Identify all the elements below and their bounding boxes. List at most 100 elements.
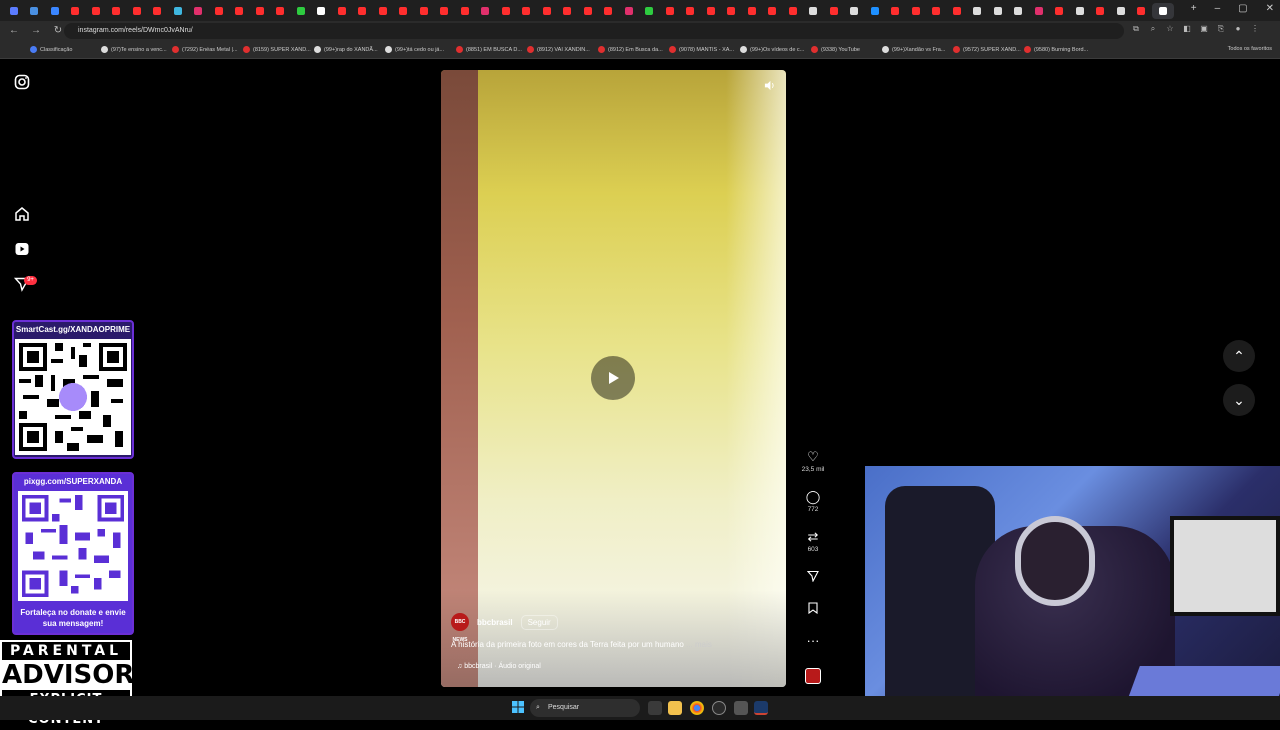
home-icon[interactable] — [13, 206, 31, 224]
browser-tab[interactable] — [148, 3, 167, 19]
back-icon[interactable]: ← — [6, 23, 22, 39]
close-window-icon[interactable]: ✕ — [1266, 3, 1274, 14]
browser-tab[interactable] — [824, 3, 843, 19]
browser-tab[interactable] — [722, 3, 741, 19]
browser-tab[interactable] — [1009, 3, 1028, 19]
browser-tab[interactable] — [517, 3, 536, 19]
browser-tab[interactable] — [455, 3, 474, 19]
browser-tab[interactable] — [947, 3, 966, 19]
browser-tab[interactable] — [230, 3, 249, 19]
obs-icon[interactable] — [712, 701, 726, 715]
forward-icon[interactable]: → — [28, 23, 44, 39]
browser-tab[interactable] — [640, 3, 659, 19]
browser-tab[interactable] — [312, 3, 331, 19]
tab-search-icon[interactable]: ⎘ — [1216, 24, 1226, 34]
browser-tab[interactable] — [578, 3, 597, 19]
share-button[interactable] — [800, 570, 826, 585]
browser-tab[interactable] — [619, 3, 638, 19]
browser-tab[interactable] — [373, 3, 392, 19]
mute-icon[interactable] — [764, 80, 776, 92]
browser-tab[interactable] — [1132, 3, 1151, 19]
taskbar-search[interactable]: ⌕ Pesquisar — [530, 699, 640, 717]
minimize-icon[interactable]: – — [1215, 3, 1221, 14]
browser-tab[interactable] — [45, 3, 64, 19]
reel-audio[interactable]: ♫ bbcbrasil · Áudio original — [457, 663, 541, 670]
profile-avatar[interactable]: ● — [1233, 24, 1243, 34]
task-view-icon[interactable] — [648, 701, 662, 715]
browser-tab[interactable] — [537, 3, 556, 19]
browser-tab[interactable] — [742, 3, 761, 19]
steam-icon[interactable] — [754, 701, 768, 715]
browser-tab[interactable] — [558, 3, 577, 19]
new-tab-icon[interactable]: + — [1191, 3, 1197, 14]
bookmark-item[interactable]: (97)Te ensino a venc... — [101, 46, 170, 53]
next-reel-button[interactable]: ⌄ — [1223, 384, 1255, 416]
browser-tab[interactable] — [332, 3, 351, 19]
like-button[interactable]: ♡ 23,5 mil — [800, 450, 826, 474]
previous-reel-button[interactable]: ⌃ — [1223, 340, 1255, 372]
browser-tab[interactable] — [189, 3, 208, 19]
bookmark-star-icon[interactable]: ☆ — [1165, 24, 1175, 34]
browser-tab[interactable] — [1111, 3, 1130, 19]
browser-tab[interactable] — [783, 3, 802, 19]
browser-tab[interactable] — [1091, 3, 1110, 19]
bookmark-item[interactable]: (99+)Xandão vs Fra... — [882, 46, 951, 53]
browser-tab[interactable] — [353, 3, 372, 19]
browser-tab[interactable] — [599, 3, 618, 19]
bookmark-item[interactable]: (99+)rap do XANDÃ... — [314, 46, 383, 53]
browser-tab[interactable] — [1029, 3, 1048, 19]
browser-tab[interactable] — [701, 3, 720, 19]
windows-start-icon[interactable] — [512, 701, 524, 713]
browser-tab[interactable] — [845, 3, 864, 19]
browser-tab[interactable] — [271, 3, 290, 19]
browser-tab[interactable] — [496, 3, 515, 19]
bookmark-item[interactable]: (8851) EM BUSCA D... — [456, 46, 525, 53]
browser-tab[interactable] — [1152, 2, 1174, 19]
menu-icon[interactable]: ⋮ — [1250, 24, 1260, 34]
browser-tab[interactable] — [394, 3, 413, 19]
browser-tab[interactable] — [168, 3, 187, 19]
browser-tab[interactable] — [66, 3, 85, 19]
comment-button[interactable]: ◯ 772 — [800, 490, 826, 514]
bookmark-item[interactable]: (8912) Em Busca da... — [598, 46, 667, 53]
bookmark-item[interactable]: (7292) Enéas Metal |... — [172, 46, 241, 53]
bookmark-item[interactable]: (9338) YouTube — [811, 46, 880, 53]
all-bookmarks[interactable]: Todos os favoritos — [1228, 46, 1272, 52]
browser-tab[interactable] — [865, 3, 884, 19]
browser-tab[interactable] — [476, 3, 495, 19]
browser-tab[interactable] — [250, 3, 269, 19]
save-button[interactable] — [800, 602, 826, 617]
follow-button[interactable]: Seguir — [520, 614, 558, 630]
browser-tab[interactable] — [1070, 3, 1089, 19]
bookmark-item[interactable]: (99+)Os vídeos de c... — [740, 46, 809, 53]
extension-icon[interactable]: ◧ — [1182, 24, 1192, 34]
more-options-button[interactable]: ··· — [800, 634, 826, 648]
browser-tab[interactable] — [127, 3, 146, 19]
install-app-icon[interactable]: ⧉ — [1131, 24, 1141, 34]
maximize-icon[interactable]: ▢ — [1238, 3, 1247, 14]
browser-tab[interactable] — [681, 3, 700, 19]
instagram-logo-icon[interactable] — [13, 74, 31, 92]
author-avatar[interactable]: BBC NEWS — [451, 613, 469, 643]
browser-tab[interactable] — [906, 3, 925, 19]
caption-more-link[interactable]: ... mais — [686, 640, 712, 649]
browser-tab[interactable] — [209, 3, 228, 19]
browser-tab[interactable] — [435, 3, 454, 19]
reels-icon[interactable] — [13, 241, 31, 259]
browser-tab[interactable] — [414, 3, 433, 19]
bookmark-item[interactable]: Classificação — [30, 46, 99, 53]
browser-tab[interactable] — [86, 3, 105, 19]
settings-icon[interactable] — [734, 701, 748, 715]
audio-thumbnail[interactable] — [805, 668, 821, 684]
address-bar[interactable]: instagram.com/reels/DWmc0JvANru/ — [64, 23, 1124, 39]
zoom-icon[interactable]: ⌕ — [1148, 24, 1158, 34]
file-explorer-icon[interactable] — [668, 701, 682, 715]
browser-tab[interactable] — [1050, 3, 1069, 19]
browser-tab[interactable] — [988, 3, 1007, 19]
browser-tab[interactable] — [291, 3, 310, 19]
browser-tab[interactable] — [4, 3, 23, 19]
bookmark-item[interactable]: (8159) SUPER XAND... — [243, 46, 312, 53]
extensions-puzzle-icon[interactable]: ▣ — [1199, 24, 1209, 34]
bookmark-item[interactable]: (9572) SUPER XAND... — [953, 46, 1022, 53]
play-button[interactable] — [591, 356, 635, 400]
